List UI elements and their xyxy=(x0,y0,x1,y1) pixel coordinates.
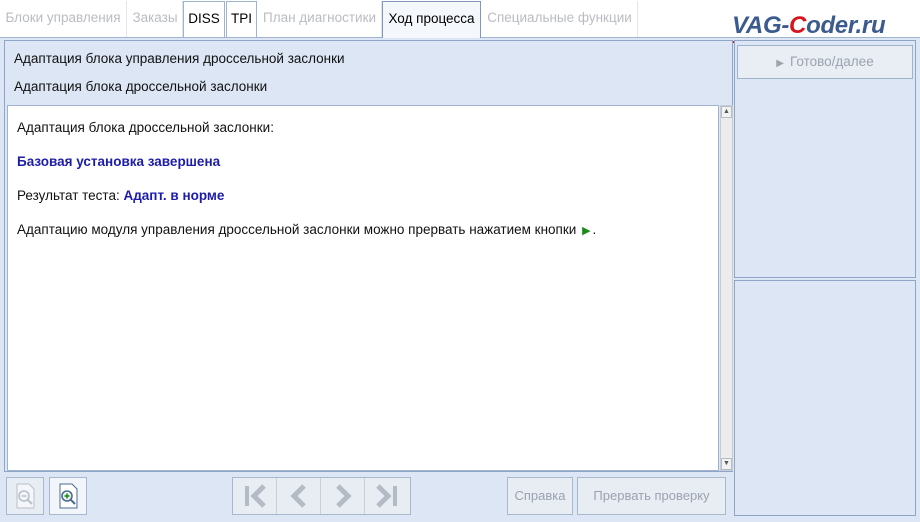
previous-button[interactable] xyxy=(277,478,321,514)
tab-orders[interactable]: Заказы xyxy=(128,1,183,37)
first-button[interactable] xyxy=(233,478,277,514)
navigation-group xyxy=(232,477,411,515)
ready-next-label: Готово/далее xyxy=(789,54,874,69)
header-title: Адаптация блока управления дроссельной з… xyxy=(14,51,345,66)
right-panel-top: ▶ Готово/далее xyxy=(734,40,916,278)
main-panel: Адаптация блока управления дроссельной з… xyxy=(4,40,733,472)
tab-process[interactable]: Ход процесса xyxy=(382,1,481,38)
zoom-in-icon xyxy=(59,483,78,509)
zoom-out-icon xyxy=(16,483,35,509)
header-subtitle: Адаптация блока дроссельной заслонки xyxy=(14,79,268,94)
play-icon: ▶ xyxy=(582,225,591,237)
zoom-out-button[interactable] xyxy=(6,477,44,515)
play-icon: ▶ xyxy=(776,58,784,69)
skip-last-icon xyxy=(376,484,397,508)
tab-tpi[interactable]: TPI xyxy=(226,1,257,37)
vertical-scrollbar[interactable]: ▲ ▼ xyxy=(720,105,733,471)
result-line: Результат теста: Адапт. в норме xyxy=(17,188,718,204)
last-button[interactable] xyxy=(365,478,409,514)
tab-control-units[interactable]: Блоки управления xyxy=(0,1,127,37)
help-button[interactable]: Справка xyxy=(507,477,573,515)
result-label: Результат теста: xyxy=(17,188,124,203)
skip-first-icon xyxy=(245,484,266,508)
scroll-up-icon[interactable]: ▲ xyxy=(721,106,732,118)
abort-test-button[interactable]: Прервать проверку xyxy=(577,477,726,515)
content-area: Адаптация блока дроссельной заслонки: Ба… xyxy=(7,105,719,471)
right-panel-bottom xyxy=(734,280,916,516)
ready-next-button[interactable]: ▶ Готово/далее xyxy=(737,45,913,79)
result-value: Адапт. в норме xyxy=(123,188,225,203)
zoom-in-button[interactable] xyxy=(49,477,87,515)
intro-text: Адаптация блока дроссельной заслонки: xyxy=(17,120,274,135)
watermark-logo: VAG-Coder.ru xyxy=(732,12,886,39)
chevron-left-icon xyxy=(290,484,306,508)
abort-hint-end: . xyxy=(592,222,597,237)
bottom-toolbar: Справка Прервать проверку xyxy=(4,472,733,518)
next-button[interactable] xyxy=(321,478,365,514)
tab-diagnostic-plan[interactable]: План диагностики xyxy=(258,1,382,37)
abort-hint-text: Адаптацию модуля управления дроссельной … xyxy=(17,222,577,237)
abort-hint-line: Адаптацию модуля управления дроссельной … xyxy=(17,222,718,239)
tab-special-functions[interactable]: Специальные функции xyxy=(482,1,638,37)
scroll-down-icon[interactable]: ▼ xyxy=(721,458,732,470)
chevron-right-icon xyxy=(336,484,352,508)
status-text: Базовая установка завершена xyxy=(17,154,221,169)
tab-diss[interactable]: DISS xyxy=(183,1,225,37)
